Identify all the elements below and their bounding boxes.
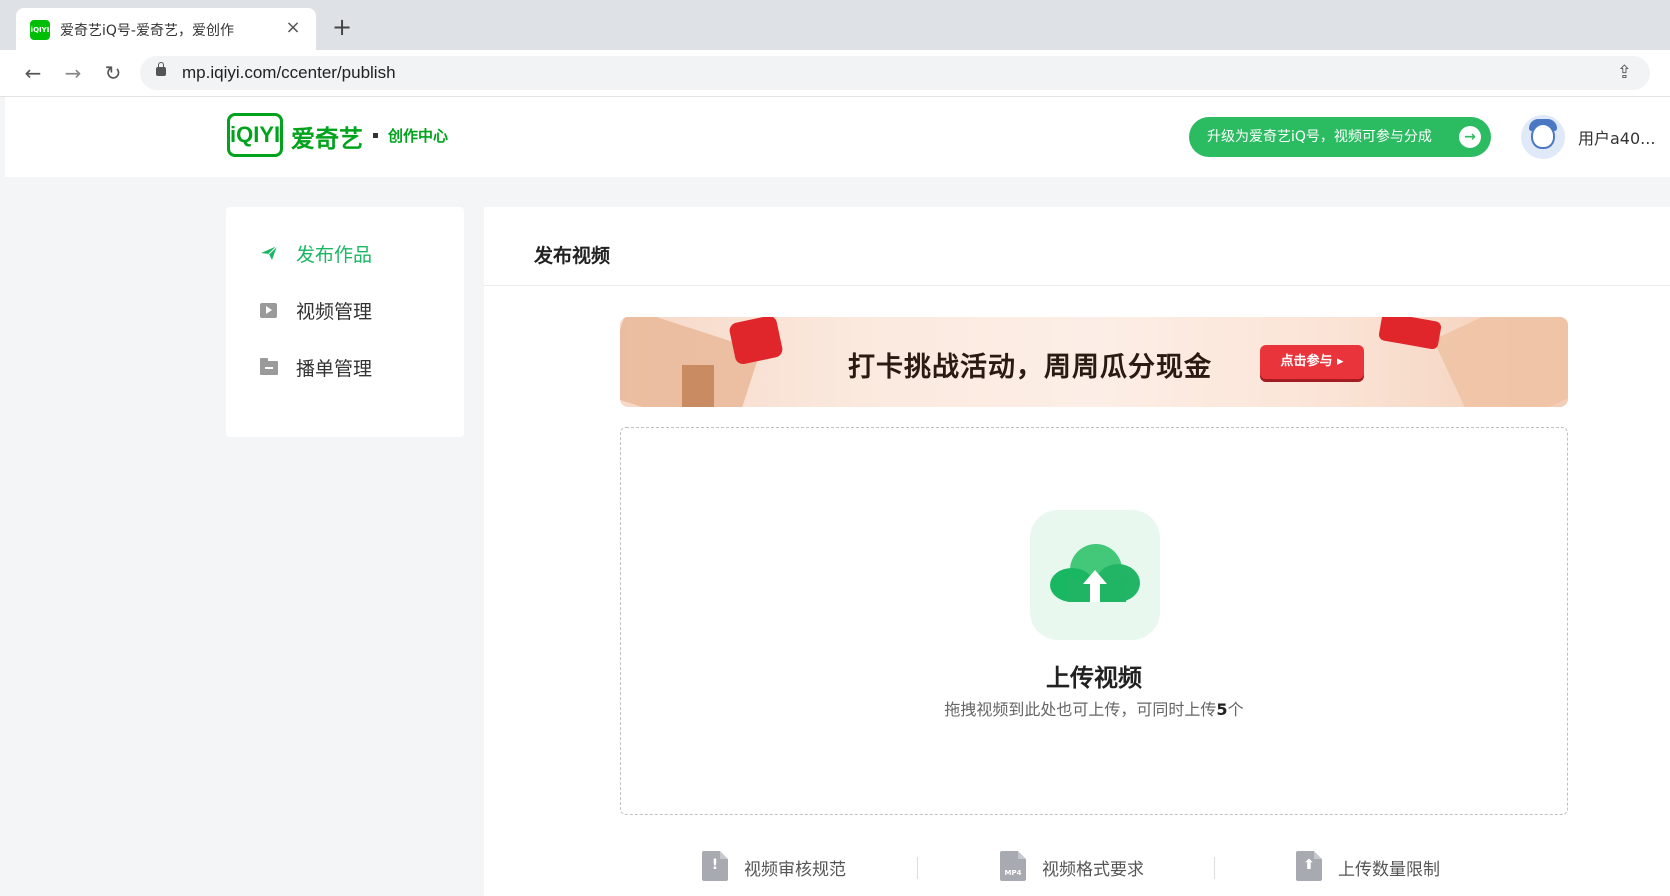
sidebar-item-playlist-manage[interactable]: 播单管理 — [226, 343, 464, 391]
divider — [1214, 857, 1215, 879]
upload-hint: 拖拽视频到此处也可上传，可同时上传5个 — [944, 700, 1244, 719]
red-envelope-icon — [1378, 317, 1442, 350]
arrow-right-icon: → — [1459, 126, 1481, 148]
upgrade-button[interactable]: 升级为爱奇艺iQ号，视频可参与分成 → — [1189, 117, 1491, 157]
browser-toolbar: ← → ↻ mp.iqiyi.com/ccenter/publish ⇪ — [0, 50, 1670, 97]
format-requirements-link[interactable]: MP4 视频格式要求 — [1000, 849, 1180, 885]
divider — [917, 857, 918, 879]
reload-icon[interactable]: ↻ — [100, 60, 126, 86]
link-label: 上传数量限制 — [1338, 860, 1440, 880]
browser-tab-bar: iQIYI 爱奇艺iQ号-爱奇艺，爱创作 × + — [0, 0, 1670, 50]
new-tab-button[interactable]: + — [330, 15, 354, 40]
username[interactable]: 用户a40... — [1578, 125, 1655, 149]
iqiyi-logo[interactable]: iQIYI — [227, 113, 283, 157]
promo-banner[interactable]: 打卡挑战活动，周周瓜分现金 点击参与 ▸ — [620, 317, 1568, 407]
site-header: iQIYI 爱奇艺 创作中心 升级为爱奇艺iQ号，视频可参与分成 → 用户a40… — [5, 97, 1670, 177]
upload-dropzone[interactable]: 上传视频 拖拽视频到此处也可上传，可同时上传5个 — [620, 427, 1568, 815]
banner-text: 打卡挑战活动，周周瓜分现金 — [848, 352, 1212, 383]
sidebar-item-label: 视频管理 — [296, 301, 373, 323]
upload-info-links: ! 视频审核规范 MP4 视频格式要求 ⬆ 上传数量限制 — [620, 849, 1568, 889]
banner-decoration — [682, 365, 714, 407]
send-icon — [261, 245, 278, 260]
review-rules-link[interactable]: ! 视频审核规范 — [702, 849, 882, 885]
page-title: 发布视频 — [534, 245, 611, 267]
main-panel: 发布视频 打卡挑战活动，周周瓜分现金 点击参与 ▸ 上传视频 拖拽视频到此处也可… — [484, 207, 1670, 896]
forward-icon[interactable]: → — [60, 60, 86, 86]
upload-title[interactable]: 上传视频 — [621, 658, 1567, 693]
url-text[interactable]: mp.iqiyi.com/ccenter/publish — [182, 63, 396, 83]
sidebar-item-label: 发布作品 — [296, 244, 373, 266]
sidebar-item-publish[interactable]: 发布作品 — [226, 229, 464, 277]
avatar[interactable] — [1521, 115, 1565, 159]
lock-icon[interactable] — [156, 62, 166, 76]
upgrade-label: 升级为爱奇艺iQ号，视频可参与分成 — [1207, 129, 1432, 145]
tab-title: 爱奇艺iQ号-爱奇艺，爱创作 — [60, 23, 234, 39]
sidebar-item-label: 播单管理 — [296, 358, 373, 380]
share-icon[interactable]: ⇪ — [1617, 62, 1632, 83]
link-label: 视频格式要求 — [1042, 860, 1144, 880]
red-envelope-icon — [728, 317, 784, 366]
link-label: 视频审核规范 — [744, 860, 846, 880]
logo-separator — [373, 133, 378, 138]
banner-decoration — [1433, 317, 1568, 407]
iqiyi-favicon-icon: iQIYI — [30, 20, 50, 40]
folder-icon — [260, 358, 278, 376]
upload-limit-link[interactable]: ⬆ 上传数量限制 — [1296, 849, 1476, 885]
tab-close-icon[interactable]: × — [282, 17, 304, 39]
sidebar-item-video-manage[interactable]: 视频管理 — [226, 286, 464, 334]
address-bar[interactable]: mp.iqiyi.com/ccenter/publish ⇪ — [140, 56, 1650, 90]
avatar-face — [1531, 123, 1555, 149]
browser-tab[interactable]: iQIYI 爱奇艺iQ号-爱奇艺，爱创作 × — [16, 8, 316, 50]
sidebar: 发布作品 视频管理 播单管理 — [226, 207, 464, 437]
upload-cloud-icon[interactable] — [1030, 510, 1160, 640]
banner-join-button[interactable]: 点击参与 ▸ — [1260, 345, 1364, 379]
play-icon — [260, 301, 278, 319]
divider — [484, 285, 1670, 286]
logo-text: 爱奇艺 — [291, 125, 363, 153]
creator-center-label: 创作中心 — [388, 127, 449, 145]
back-icon[interactable]: ← — [20, 60, 46, 86]
